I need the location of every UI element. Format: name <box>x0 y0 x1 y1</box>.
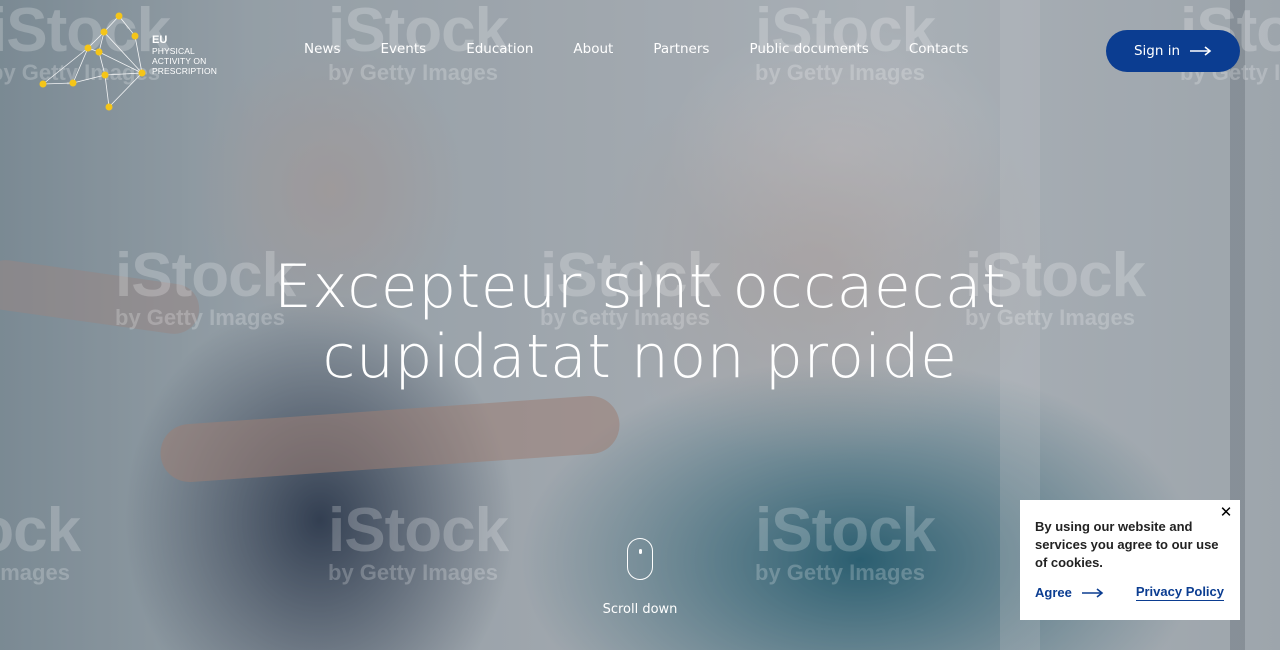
scroll-down-button[interactable]: Scroll down <box>580 538 700 617</box>
main-nav: News Events Education About Partners Pub… <box>284 41 988 61</box>
logo-line: PRESCRIPTION <box>152 66 217 76</box>
arrow-right-icon <box>1190 46 1212 56</box>
nav-item-public-documents[interactable]: Public documents <box>749 41 868 61</box>
sign-in-button[interactable]: Sign in <box>1106 30 1240 72</box>
scroll-down-label: Scroll down <box>602 602 678 617</box>
arrow-right-icon <box>1081 587 1104 598</box>
watermark: iStock by Getty Images <box>0 496 81 585</box>
nav-item-events[interactable]: Events <box>380 41 426 61</box>
logo-line-eu: EU <box>152 34 168 46</box>
close-icon[interactable]: ✕ <box>1218 504 1234 520</box>
hero-photo-arm <box>158 394 622 484</box>
hero-title-line: Excepteur sint occaecat <box>273 252 1007 322</box>
network-nodes-icon <box>39 12 146 111</box>
logo-line: ACTIVITY ON <box>152 56 207 66</box>
mouse-icon <box>627 538 653 580</box>
watermark: iStock by Getty Images <box>328 496 509 585</box>
watermark: iStock by Getty Images <box>755 496 936 585</box>
logo-line: PHYSICAL <box>152 46 195 56</box>
privacy-policy-link[interactable]: Privacy Policy <box>1135 584 1224 601</box>
nav-item-contacts[interactable]: Contacts <box>909 41 969 61</box>
nav-item-education[interactable]: Education <box>466 41 533 61</box>
agree-label: Agree <box>1035 585 1072 600</box>
nav-item-partners[interactable]: Partners <box>653 41 709 61</box>
sign-in-label: Sign in <box>1133 43 1181 59</box>
hero-title-line: cupidatat non proide <box>322 322 958 392</box>
agree-button[interactable]: Agree <box>1035 585 1104 600</box>
site-logo[interactable]: EU PHYSICAL ACTIVITY ON PRESCRIPTION <box>36 12 226 112</box>
hero-title: Excepteur sint occaecat cupidatat non pr… <box>240 252 1040 392</box>
logo-wordmark: EU PHYSICAL ACTIVITY ON PRESCRIPTION <box>152 34 217 76</box>
nav-item-news[interactable]: News <box>304 41 340 61</box>
nav-item-about[interactable]: About <box>573 41 613 61</box>
cookie-actions: Agree Privacy Policy <box>1035 584 1224 601</box>
cookie-banner: ✕ By using our website and services you … <box>1020 500 1240 620</box>
cookie-text: By using our website and services you ag… <box>1035 519 1219 570</box>
